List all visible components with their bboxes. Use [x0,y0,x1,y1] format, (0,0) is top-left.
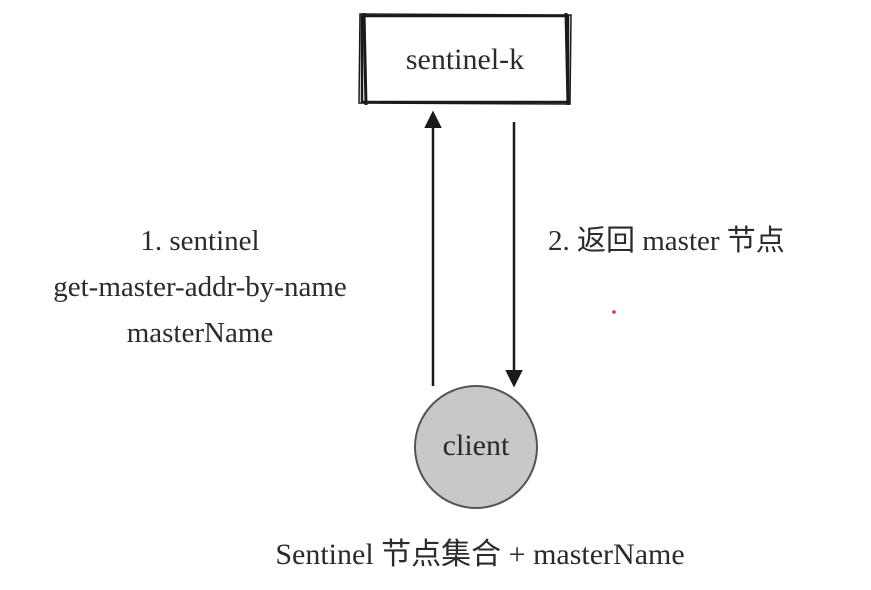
response-label: 2. 返回 master 节点 [548,225,785,257]
caption-label: Sentinel 节点集合 + masterName [275,538,685,571]
red-dot-marker [612,310,616,314]
request-label: 1. sentinel get-master-addr-by-name mast… [8,218,392,356]
client-label: client [442,429,510,462]
diagram-canvas: sentinel-k client 1. sentinel get-master… [0,0,871,590]
request-label-line-2: get-master-addr-by-name [53,271,347,303]
request-label-line-1: 1. sentinel [140,225,260,257]
request-label-line-3: masterName [126,317,274,349]
sentinel-box-label: sentinel-k [405,43,525,76]
